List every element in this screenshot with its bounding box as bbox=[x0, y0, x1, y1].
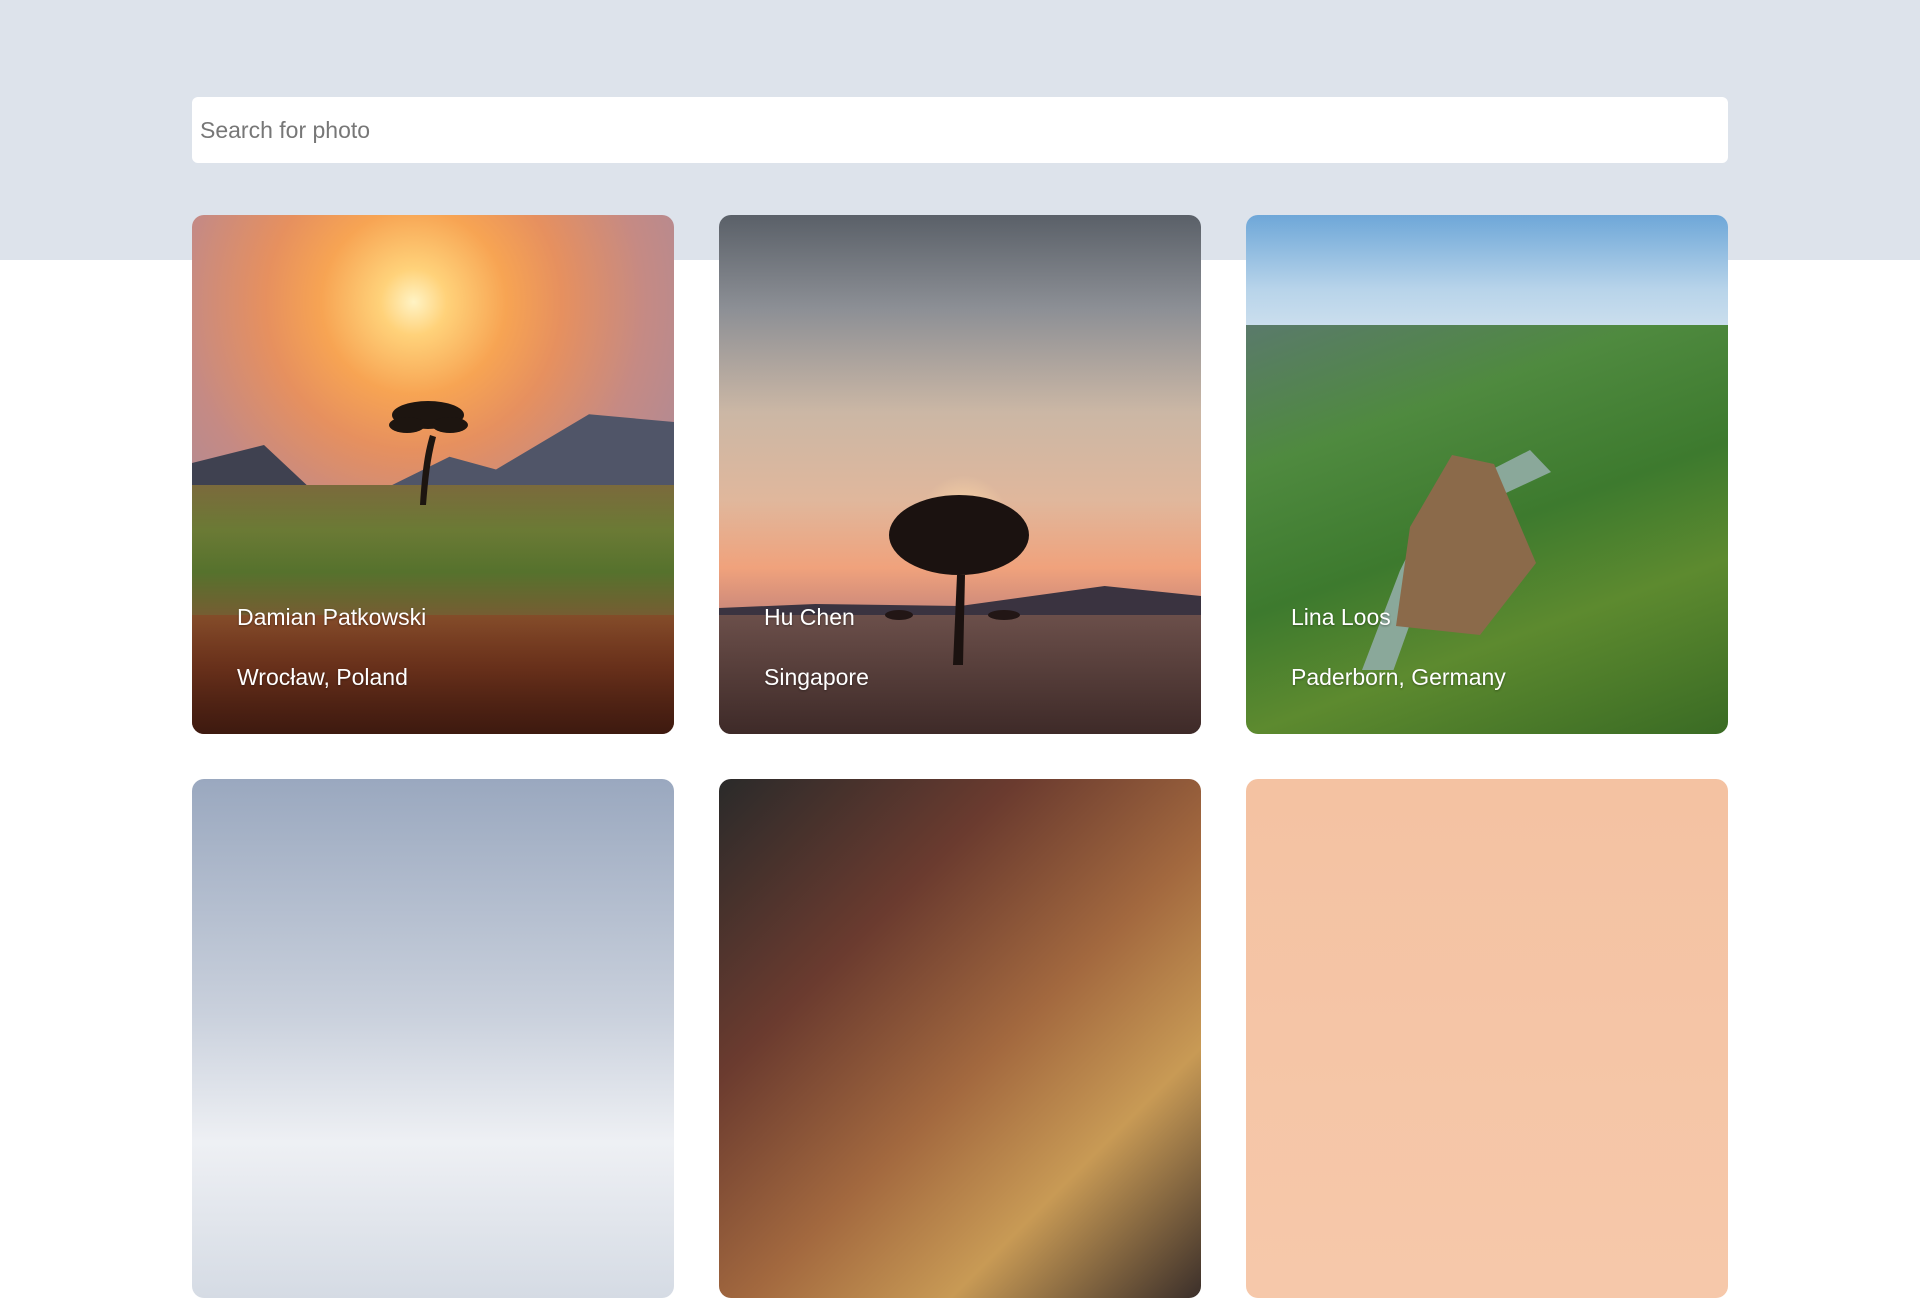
search-bar bbox=[192, 97, 1728, 163]
photo-card[interactable] bbox=[192, 779, 674, 1298]
photo-author: Lina Loos bbox=[1291, 604, 1391, 630]
search-input[interactable] bbox=[192, 97, 1728, 163]
photo-location: Wrocław, Poland bbox=[237, 664, 408, 690]
tree-silhouette-icon bbox=[885, 495, 1029, 665]
photo-image bbox=[1246, 779, 1728, 1298]
photo-image bbox=[719, 215, 1201, 734]
photo-image bbox=[192, 779, 674, 1298]
tree-silhouette-icon bbox=[389, 401, 468, 505]
photo-image bbox=[192, 215, 674, 734]
photo-card[interactable] bbox=[719, 779, 1201, 1298]
photo-card[interactable] bbox=[1246, 779, 1728, 1298]
photo-image bbox=[719, 779, 1201, 1298]
photo-card[interactable]: Hu Chen Singapore bbox=[719, 215, 1201, 734]
photo-card[interactable]: Damian Patkowski Wrocław, Poland bbox=[192, 215, 674, 734]
photo-location: Singapore bbox=[764, 664, 869, 690]
photo-image bbox=[1246, 215, 1728, 734]
photo-location: Paderborn, Germany bbox=[1291, 664, 1506, 690]
photo-author: Damian Patkowski bbox=[237, 604, 427, 630]
photo-card[interactable]: Lina Loos Paderborn, Germany bbox=[1246, 215, 1728, 734]
photo-author: Hu Chen bbox=[764, 604, 855, 630]
